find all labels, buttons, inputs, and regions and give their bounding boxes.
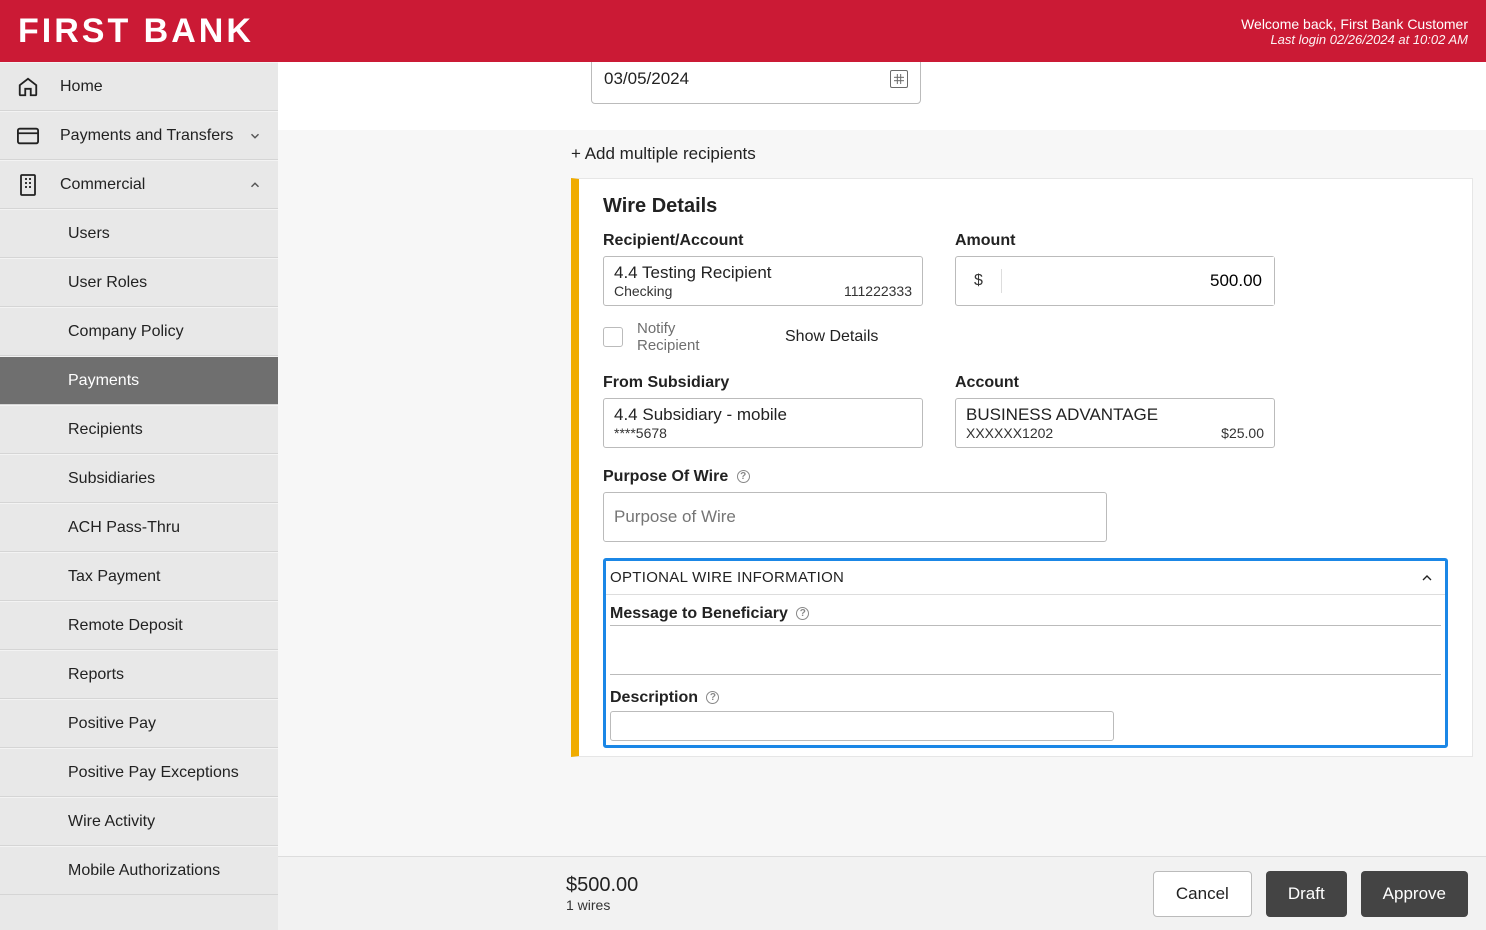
welcome-text: Welcome back, First Bank Customer [1241, 16, 1468, 32]
sidebar-sub-label: Company Policy [68, 323, 184, 341]
dollar-sign: $ [956, 269, 1002, 293]
sidebar-sub-remote[interactable]: Remote Deposit [0, 601, 278, 650]
sidebar-sub-tax[interactable]: Tax Payment [0, 552, 278, 601]
account-number: XXXXXX1202 [966, 425, 1053, 441]
description-input[interactable] [610, 711, 1114, 741]
date-section: 03/05/2024 [278, 62, 1486, 130]
wire-details-title: Wire Details [603, 195, 1448, 218]
sidebar-sub-users[interactable]: Users [0, 209, 278, 258]
sidebar-label: Payments and Transfers [60, 127, 233, 145]
main-content: 03/05/2024 + Add multiple recipients Wir… [278, 62, 1486, 930]
recipient-label: Recipient/Account [603, 232, 923, 250]
from-subsidiary-label: From Subsidiary [603, 374, 923, 392]
sidebar-label: Commercial [60, 176, 145, 194]
help-icon[interactable]: ? [706, 691, 719, 704]
purpose-label-text: Purpose Of Wire [603, 468, 728, 485]
approve-button[interactable]: Approve [1361, 871, 1468, 917]
last-login-text: Last login 02/26/2024 at 10:02 AM [1241, 32, 1468, 47]
purpose-input[interactable] [603, 492, 1107, 542]
optional-title: OPTIONAL WIRE INFORMATION [610, 569, 844, 586]
sidebar: Home Payments and Transfers Commercial U… [0, 62, 278, 930]
account-balance: $25.00 [1221, 425, 1264, 441]
sidebar-sub-mobile-auth[interactable]: Mobile Authorizations [0, 846, 278, 895]
date-value: 03/05/2024 [604, 69, 689, 89]
message-input[interactable] [610, 625, 1441, 675]
sidebar-sub-label: Subsidiaries [68, 470, 155, 488]
show-details-link[interactable]: Show Details [785, 328, 878, 346]
chevron-down-icon [248, 129, 262, 143]
account-label: Account [955, 374, 1275, 392]
sidebar-sub-ach[interactable]: ACH Pass-Thru [0, 503, 278, 552]
sidebar-sub-label: Reports [68, 666, 124, 684]
sidebar-sub-payments[interactable]: Payments [0, 356, 278, 405]
amount-field[interactable]: $ [955, 256, 1275, 306]
sidebar-sub-label: Users [68, 225, 110, 243]
recipient-select[interactable]: 4.4 Testing Recipient Checking 111222333 [603, 256, 923, 306]
sidebar-sub-subsidiaries[interactable]: Subsidiaries [0, 454, 278, 503]
date-input[interactable]: 03/05/2024 [591, 62, 921, 104]
purpose-label: Purpose Of Wire ? [603, 468, 1448, 486]
notify-checkbox[interactable] [603, 327, 623, 347]
sidebar-sub-wire-activity[interactable]: Wire Activity [0, 797, 278, 846]
help-icon[interactable]: ? [796, 607, 809, 620]
bank-logo: FIRST BANK [18, 12, 254, 51]
sidebar-sub-pospay-exc[interactable]: Positive Pay Exceptions [0, 748, 278, 797]
optional-panel-header[interactable]: OPTIONAL WIRE INFORMATION [606, 561, 1445, 595]
recipient-name: 4.4 Testing Recipient [614, 263, 912, 283]
subsidiary-number: ****5678 [614, 425, 912, 441]
sidebar-sub-label: Recipients [68, 421, 143, 439]
sidebar-label: Home [60, 78, 103, 96]
sidebar-sub-user-roles[interactable]: User Roles [0, 258, 278, 307]
sidebar-sub-label: Remote Deposit [68, 617, 183, 635]
welcome-block: Welcome back, First Bank Customer Last l… [1241, 16, 1468, 47]
sidebar-sub-label: Positive Pay [68, 715, 156, 733]
building-icon [16, 173, 40, 197]
sidebar-sub-label: Positive Pay Exceptions [68, 764, 239, 782]
account-select[interactable]: BUSINESS ADVANTAGE XXXXXX1202 $25.00 [955, 398, 1275, 448]
header-bar: FIRST BANK Welcome back, First Bank Cust… [0, 0, 1486, 62]
draft-button[interactable]: Draft [1266, 871, 1347, 917]
add-recip-label: + Add multiple recipients [571, 144, 756, 163]
sidebar-sub-company-policy[interactable]: Company Policy [0, 307, 278, 356]
sidebar-sub-reports[interactable]: Reports [0, 650, 278, 699]
message-label-text: Message to Beneficiary [610, 605, 788, 622]
description-label-text: Description [610, 689, 698, 706]
chevron-up-icon [248, 178, 262, 192]
card-icon [16, 124, 40, 148]
subsidiary-name: 4.4 Subsidiary - mobile [614, 405, 912, 425]
wire-details-card: Wire Details Recipient/Account 4.4 Testi… [571, 178, 1473, 757]
recipient-number: 111222333 [844, 283, 912, 299]
from-subsidiary-select[interactable]: 4.4 Subsidiary - mobile ****5678 [603, 398, 923, 448]
sidebar-item-home[interactable]: Home [0, 62, 278, 111]
sidebar-sub-pospay[interactable]: Positive Pay [0, 699, 278, 748]
footer-total: $500.00 [566, 874, 638, 897]
chevron-up-icon [1419, 570, 1435, 586]
sidebar-sub-label: Payments [68, 372, 139, 390]
sidebar-sub-label: Tax Payment [68, 568, 160, 586]
calendar-icon [890, 70, 908, 88]
sidebar-sub-label: Mobile Authorizations [68, 862, 220, 880]
footer-bar: $500.00 1 wires Cancel Draft Approve [278, 856, 1486, 930]
sidebar-item-payments-transfers[interactable]: Payments and Transfers [0, 111, 278, 160]
sidebar-item-commercial[interactable]: Commercial [0, 160, 278, 209]
sidebar-sub-recipients[interactable]: Recipients [0, 405, 278, 454]
optional-wire-info-panel: OPTIONAL WIRE INFORMATION Message to Ben… [603, 558, 1448, 748]
sidebar-sub-label: Wire Activity [68, 813, 155, 831]
notify-label: Notify Recipient [637, 320, 717, 354]
sidebar-sub-label: ACH Pass-Thru [68, 519, 180, 537]
home-icon [16, 75, 40, 99]
amount-label: Amount [955, 232, 1275, 250]
cancel-button[interactable]: Cancel [1153, 871, 1252, 917]
description-label: Description ? [610, 689, 1441, 707]
help-icon[interactable]: ? [737, 470, 750, 483]
message-label: Message to Beneficiary ? [610, 605, 1441, 623]
recipient-type: Checking [614, 283, 672, 299]
amount-input[interactable] [1002, 257, 1274, 305]
footer-count: 1 wires [566, 897, 638, 913]
add-multiple-recipients-link[interactable]: + Add multiple recipients [278, 130, 1486, 178]
account-name: BUSINESS ADVANTAGE [966, 405, 1264, 425]
sidebar-sub-label: User Roles [68, 274, 147, 292]
